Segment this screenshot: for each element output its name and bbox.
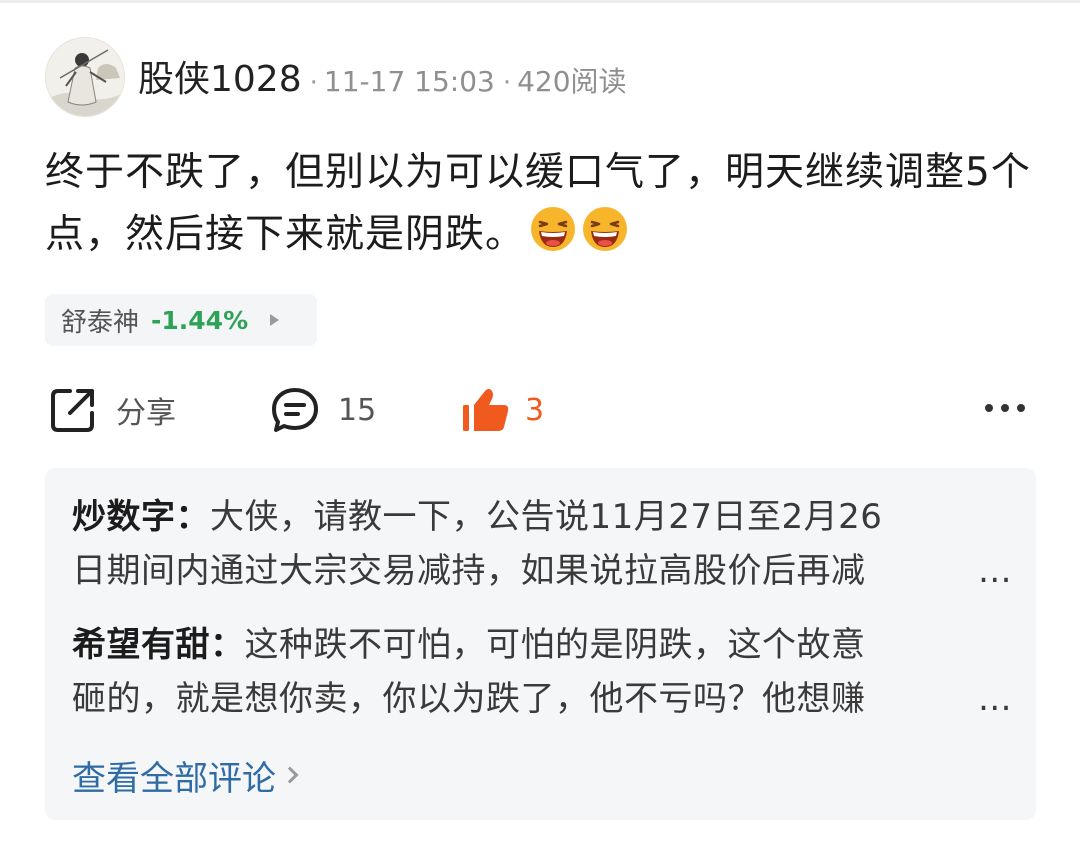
ellipsis: ... xyxy=(978,679,1012,719)
more-options-icon[interactable] xyxy=(985,404,1025,412)
share-icon xyxy=(51,389,94,432)
comment-count: 15 xyxy=(338,392,377,428)
share-button[interactable]: 分享 xyxy=(48,380,176,440)
share-label: 分享 xyxy=(116,396,176,431)
post-date: 11-17 15:03 xyxy=(323,65,495,98)
play-arrow-icon xyxy=(270,314,280,326)
author-name[interactable]: 股侠1028 xyxy=(138,50,302,102)
comment-button[interactable]: 15 xyxy=(270,380,376,440)
laughing-face-icon xyxy=(531,207,576,251)
stock-name: 舒泰神 xyxy=(61,307,140,338)
comment-item[interactable]: 希望有甜：这种跌不可怕，可怕的是阴跌，这个故意 砸的，就是想你卖，你以为跌了，他… xyxy=(72,618,1012,734)
ellipsis: ... xyxy=(978,551,1012,591)
comment-author[interactable]: 炒数字： xyxy=(72,497,210,537)
avatar-image xyxy=(46,38,124,116)
read-count: 420阅读 xyxy=(517,65,627,98)
comments-preview: 炒数字：大侠，请教一下，公告说11月27日至2月26 日期间内通过大宗交易减持，… xyxy=(45,468,1036,820)
view-all-comments-link[interactable]: 查看全部评论 xyxy=(72,748,299,802)
view-all-label: 查看全部评论 xyxy=(72,758,276,799)
avatar[interactable] xyxy=(45,37,125,117)
comment-text: 日期间内通过大宗交易减持，如果说拉高股价后再减 xyxy=(72,551,866,591)
chevron-right-icon xyxy=(281,766,299,784)
stock-tag[interactable]: 舒泰神 -1.44% xyxy=(45,294,317,346)
post-meta: 股侠1028 · 11-17 15:03 · 420阅读 xyxy=(138,50,627,102)
comment-text: 大侠，请教一下，公告说11月27日至2月26 xyxy=(210,497,883,537)
action-bar: 分享 15 3 xyxy=(0,380,1080,440)
stock-change: -1.44% xyxy=(151,305,249,335)
like-button[interactable]: 3 xyxy=(461,380,544,440)
like-count: 3 xyxy=(525,392,545,428)
comment-text: 砸的，就是想你卖，你以为跌了，他不亏吗？他想赚 xyxy=(72,679,866,719)
thumbs-up-icon xyxy=(463,389,509,431)
meta-separator: · xyxy=(502,68,512,98)
top-divider xyxy=(0,0,1080,3)
comment-item[interactable]: 炒数字：大侠，请教一下，公告说11月27日至2月26 日期间内通过大宗交易减持，… xyxy=(72,490,1012,606)
post-body[interactable]: 终于不跌了，但别以为可以缓口气了，明天继续调整5个点，然后接下来就是阴跌。 xyxy=(45,142,1045,266)
comment-author[interactable]: 希望有甜： xyxy=(72,625,245,665)
comment-icon xyxy=(272,388,318,432)
meta-separator: · xyxy=(309,68,318,98)
laughing-face-icon xyxy=(583,207,628,251)
comment-text: 这种跌不可怕，可怕的是阴跌，这个故意 xyxy=(244,625,866,665)
